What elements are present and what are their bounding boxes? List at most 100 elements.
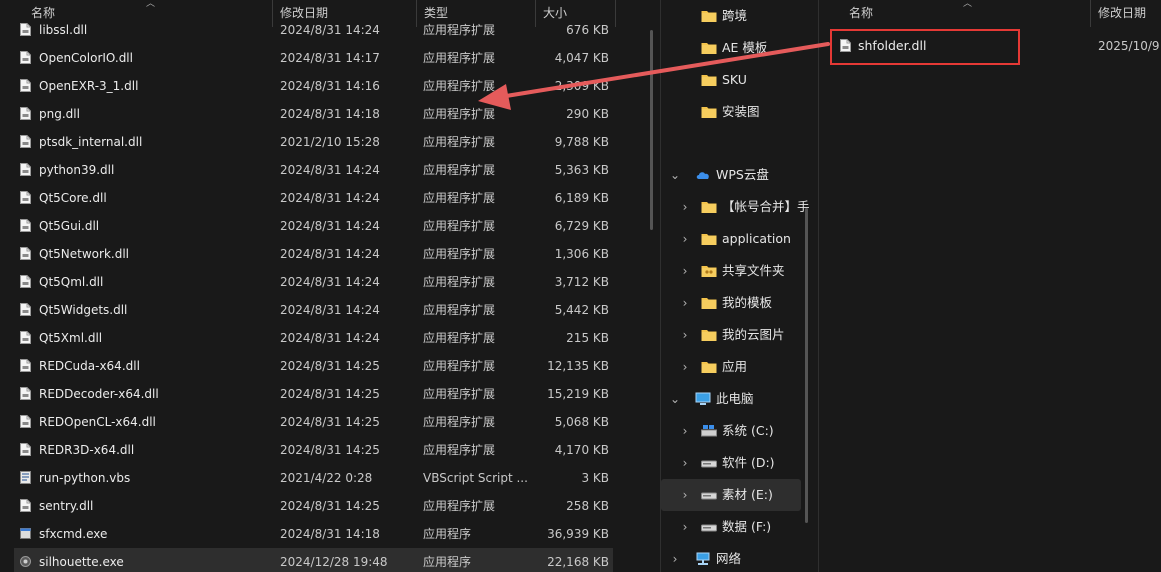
navigation-pane[interactable]: 跨境 AE 模板 SKU 安装图 ⌄ WPS云盘 › 【帐号合并】手 › application ›… [661,0,818,572]
file-name: Qt5Qml.dll [39,275,104,289]
nav-item-label: 素材 (E:) [722,487,773,502]
nav-item-entry-7[interactable]: › 共享文件夹 [661,255,801,287]
column-header-date[interactable]: 修改日期 [1090,0,1161,27]
file-type: 应用程序扩展 [423,23,496,37]
file-row-qt5xml-dll[interactable]: Qt5Xml.dll 2024/8/31 14:24 应用程序扩展 215 KB [14,324,613,352]
file-row-sfxcmd-exe[interactable]: sfxcmd.exe 2024/8/31 14:18 应用程序 36,939 KB [14,520,613,548]
file-row-run-python-vbs[interactable]: run-python.vbs 2021/4/22 0:28 VBScript Scr… [14,464,613,492]
file-row-qt5network-dll[interactable]: Qt5Network.dll 2024/8/31 14:24 应用程序扩展 1,306… [14,240,613,268]
file-row-qt5widgets-dll[interactable]: Qt5Widgets.dll 2024/8/31 14:24 应用程序扩展 5,442… [14,296,613,324]
nav-item-sku[interactable]: SKU [661,64,801,96]
nav-item-application[interactable]: › application [661,223,801,255]
file-row-libssl-dll[interactable]: libssl.dll 2024/8/31 14:24 应用程序扩展 676 KB [14,16,613,44]
file-name: REDCuda-x64.dll [39,359,140,373]
file-date: 2024/8/31 14:24 [280,247,380,261]
file-type: 应用程序扩展 [423,107,496,121]
chevron-right-icon[interactable]: › [679,479,691,511]
nav-item-entry-11[interactable]: ⌄ 此电脑 [661,383,801,415]
system-drive-icon [701,425,717,437]
dll-file-icon [20,275,31,288]
chevron-right-icon[interactable]: › [679,415,691,447]
nav-item-entry-5[interactable]: › 【帐号合并】手 [661,191,810,223]
folder-icon [701,75,717,86]
navigation-scrollbar[interactable] [805,208,808,523]
nav-item-label: application [722,231,791,246]
nav-item-entry-16[interactable]: › 网络 [661,543,801,572]
file-row-qt5qml-dll[interactable]: Qt5Qml.dll 2024/8/31 14:24 应用程序扩展 3,712 KB [14,268,613,296]
file-name: ptsdk_internal.dll [39,135,143,149]
nav-item-ae[interactable]: AE 模板 [661,32,801,64]
file-row-openexr-3-1-dll[interactable]: OpenEXR-3_1.dll 2024/8/31 14:16 应用程序扩展 2,30… [14,72,613,100]
chevron-right-icon[interactable]: › [679,223,691,255]
file-row-redr3d-x64-dll[interactable]: REDR3D-x64.dll 2024/8/31 14:25 应用程序扩展 4,170… [14,436,613,464]
nav-item-entry-9[interactable]: › 我的云图片 [661,319,801,351]
file-row-redcuda-x64-dll[interactable]: REDCuda-x64.dll 2024/8/31 14:25 应用程序扩展 12,1… [14,352,613,380]
file-row-ptsdk-internal-dll[interactable]: ptsdk_internal.dll 2021/2/10 15:28 应用程序扩展 9… [14,128,613,156]
nav-item-label: 共享文件夹 [722,263,785,278]
file-name: run-python.vbs [39,471,131,485]
nav-item-wps[interactable]: ⌄ WPS云盘 [661,159,801,191]
file-size: 5,068 KB [554,415,609,429]
chevron-right-icon[interactable]: › [669,543,681,572]
dll-file-icon [20,331,31,344]
folder-icon [701,11,717,22]
file-name: Qt5Core.dll [39,191,107,205]
nav-item-entry-10[interactable]: › 应用 [661,351,801,383]
file-row-sentry-dll[interactable]: sentry.dll 2024/8/31 14:25 应用程序扩展 258 KB [14,492,613,520]
chevron-right-icon[interactable]: › [679,511,691,543]
file-type: 应用程序扩展 [423,135,496,149]
cloud-icon [696,172,709,179]
nav-item-f[interactable]: › 数据 (F:) [661,511,801,543]
file-size: 5,363 KB [554,163,609,177]
column-separator[interactable] [615,0,616,27]
dll-file-icon [20,135,31,148]
chevron-right-icon[interactable]: › [679,287,691,319]
file-row-png-dll[interactable]: png.dll 2024/8/31 14:18 应用程序扩展 290 KB [14,100,613,128]
file-row-silhouette-exe[interactable]: silhouette.exe 2024/12/28 19:48 应用程序 22,168… [14,548,613,572]
nav-item-label: 跨境 [722,8,748,23]
chevron-right-icon[interactable]: › [679,319,691,351]
file-row-reddecoder-x64-dll[interactable]: REDDecoder-x64.dll 2024/8/31 14:25 应用程序扩展 1… [14,380,613,408]
drive-icon [701,460,717,468]
chevron-right-icon[interactable]: › [679,191,691,223]
file-row-opencolorio-dll[interactable]: OpenColorIO.dll 2024/8/31 14:17 应用程序扩展 4,04… [14,44,613,72]
second-file-list-pane[interactable]: ︿ 名称 修改日期 shfolder.dll 2025/10/9 [820,0,1161,572]
nav-item-e[interactable]: › 素材 (E:) [661,479,801,511]
file-type: 应用程序扩展 [423,275,496,289]
file-type: 应用程序扩展 [423,387,496,401]
nav-item-label: 应用 [722,359,748,374]
nav-item-entry-0[interactable]: 跨境 [661,0,801,32]
file-row-qt5core-dll[interactable]: Qt5Core.dll 2024/8/31 14:24 应用程序扩展 6,189 KB [14,184,613,212]
file-date: 2021/4/22 0:28 [280,471,373,485]
chevron-down-icon[interactable]: ⌄ [669,159,681,191]
file-row-redopencl-x64-dll[interactable]: REDOpenCL-x64.dll 2024/8/31 14:25 应用程序扩展 5,… [14,408,613,436]
file-type: VBScript Script ... [423,471,528,485]
file-type: 应用程序扩展 [423,191,496,205]
file-name: Qt5Gui.dll [39,219,100,233]
chevron-right-icon[interactable]: › [679,351,691,383]
file-date: 2024/8/31 14:25 [280,359,380,373]
file-date: 2024/8/31 14:24 [280,331,380,345]
chevron-right-icon[interactable]: › [679,447,691,479]
folder-icon [701,234,717,245]
folder-icon [701,107,717,118]
nav-item-c[interactable]: › 系统 (C:) [661,415,801,447]
nav-item-d[interactable]: › 软件 (D:) [661,447,801,479]
file-name: REDOpenCL-x64.dll [39,415,156,429]
dll-file-icon [20,219,31,232]
nav-item-entry-8[interactable]: › 我的模板 [661,287,801,319]
chevron-down-icon[interactable]: ⌄ [669,383,681,415]
file-row-qt5gui-dll[interactable]: Qt5Gui.dll 2024/8/31 14:24 应用程序扩展 6,729 KB [14,212,613,240]
nav-item-label: 我的云图片 [722,327,785,342]
file-list-pane[interactable]: ︿ 名称 修改日期 类型 大小 libssl.dll 2024/8/31 14:2… [0,0,660,572]
chevron-right-icon[interactable]: › [679,255,691,287]
nav-item-entry-3[interactable]: 安装图 [661,96,801,128]
column-header-name[interactable]: 名称 [841,0,1091,27]
vertical-scrollbar[interactable] [650,30,653,230]
file-date: 2024/8/31 14:16 [280,79,380,93]
file-size: 4,170 KB [554,443,609,457]
file-type: 应用程序扩展 [423,79,496,93]
file-row-python39-dll[interactable]: python39.dll 2024/8/31 14:24 应用程序扩展 5,363 K… [14,156,613,184]
file-date: 2024/8/31 14:18 [280,527,380,541]
file-date: 2024/8/31 14:25 [280,415,380,429]
